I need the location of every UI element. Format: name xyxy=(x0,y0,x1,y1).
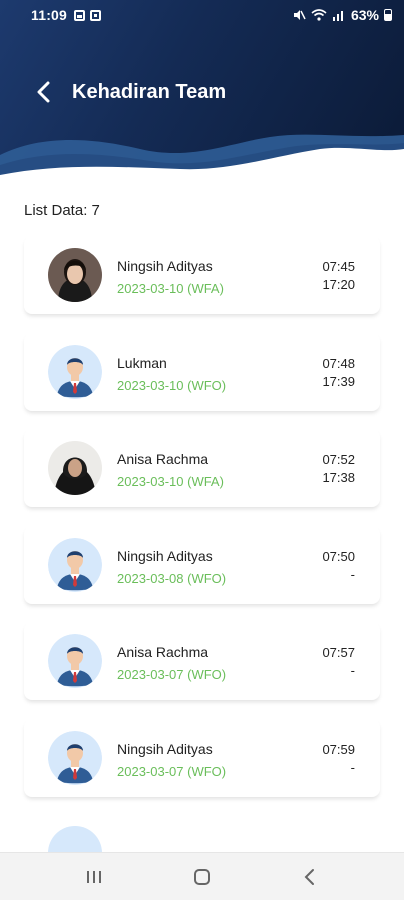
avatar-default xyxy=(48,344,102,399)
employee-name: Ningsih Adityas xyxy=(117,258,213,274)
avatar-default xyxy=(48,634,102,688)
status-bar: 11:09 63% xyxy=(0,0,404,30)
home-icon xyxy=(194,868,210,885)
check-out-time: - xyxy=(350,566,355,582)
attendance-card[interactable]: Anisa Rachma 2023-03-07 (WFO) 07:57 - xyxy=(24,622,380,700)
employee-name: Anisa Rachma xyxy=(117,644,209,660)
gallery-icon xyxy=(74,9,86,21)
back-icon xyxy=(304,868,314,885)
back-nav-button[interactable] xyxy=(290,857,330,897)
app-bar: Kehadiran Team xyxy=(0,70,404,114)
home-button[interactable] xyxy=(182,857,222,897)
mute-icon xyxy=(293,10,306,20)
attendance-times: 07:57 - xyxy=(322,644,355,680)
page-title: Kehadiran Team xyxy=(72,80,227,103)
employee-name: Ningsih Adityas xyxy=(117,547,213,564)
attendance-card[interactable]: Lukman 2023-03-10 (WFO) 07:48 17:39 xyxy=(24,332,380,411)
chevron-left-icon xyxy=(37,81,50,103)
avatar-default xyxy=(48,730,102,785)
recents-button[interactable] xyxy=(74,857,114,897)
attendance-date: 2023-03-07 (WFO) xyxy=(117,667,227,682)
attendance-date: 2023-03-10 (WFA) xyxy=(117,281,224,296)
check-out-time: 17:39 xyxy=(322,373,355,389)
check-in-time: 07:57 xyxy=(322,645,355,660)
attendance-card[interactable]: Anisa Rachma 2023-03-10 (WFA) 07:52 17:3… xyxy=(24,429,380,507)
attendance-date: 2023-03-10 (WFO) xyxy=(117,377,227,393)
default-user-icon xyxy=(48,537,102,592)
list-count: List Data: 7 xyxy=(24,202,100,219)
default-user-icon xyxy=(48,730,102,785)
check-out-time: 17:38 xyxy=(322,470,355,485)
employee-name: Anisa Rachma xyxy=(117,451,209,467)
attendance-list: Ningsih Adityas 2023-03-10 (WFA) 07:45 1… xyxy=(24,236,380,815)
attendance-card[interactable]: Ningsih Adityas 2023-03-07 (WFO) 07:59 - xyxy=(24,718,380,797)
avatar-photo xyxy=(48,441,102,495)
status-time: 11:09 xyxy=(31,7,68,23)
employee-name: Lukman xyxy=(117,354,167,371)
default-user-icon xyxy=(48,634,102,688)
header-banner: 11:09 63% Kehadiran Team xyxy=(0,0,404,185)
attendance-date: 2023-03-10 (WFA) xyxy=(117,474,224,489)
attendance-times: 07:59 - xyxy=(322,741,355,777)
attendance-card[interactable]: Ningsih Adityas 2023-03-08 (WFO) 07:50 - xyxy=(24,525,380,604)
system-nav-bar xyxy=(0,852,404,900)
check-out-time: - xyxy=(350,663,355,678)
attendance-card[interactable]: Ningsih Adityas 2023-03-10 (WFA) 07:45 1… xyxy=(24,236,380,314)
default-user-icon xyxy=(48,344,102,399)
recents-icon xyxy=(87,870,101,883)
attendance-date: 2023-03-08 (WFO) xyxy=(117,570,227,586)
wifi-icon xyxy=(311,9,327,21)
employee-name: Ningsih Adityas xyxy=(117,740,213,757)
check-in-time: 07:52 xyxy=(322,452,355,467)
attendance-date: 2023-03-07 (WFO) xyxy=(117,763,227,779)
person-photo-icon xyxy=(48,248,102,302)
check-out-time: 17:20 xyxy=(322,277,355,292)
check-in-time: 07:59 xyxy=(322,741,355,757)
avatar-default xyxy=(48,537,102,592)
check-in-time: 07:45 xyxy=(322,259,355,274)
check-in-time: 07:50 xyxy=(322,548,355,564)
person-photo-icon xyxy=(48,441,102,495)
battery-percent: 63% xyxy=(350,7,379,23)
avatar-photo xyxy=(48,248,102,302)
attendance-times: 07:50 - xyxy=(322,548,355,584)
header-wave-decoration xyxy=(0,134,404,185)
attendance-times: 07:45 17:20 xyxy=(322,258,355,294)
signal-icon xyxy=(332,11,343,21)
back-button[interactable] xyxy=(24,72,64,112)
attendance-times: 07:48 17:39 xyxy=(322,355,355,391)
check-out-time: - xyxy=(350,759,355,775)
battery-icon xyxy=(384,9,392,21)
mail-icon xyxy=(90,9,102,21)
check-in-time: 07:48 xyxy=(322,355,355,371)
attendance-times: 07:52 17:38 xyxy=(322,451,355,487)
